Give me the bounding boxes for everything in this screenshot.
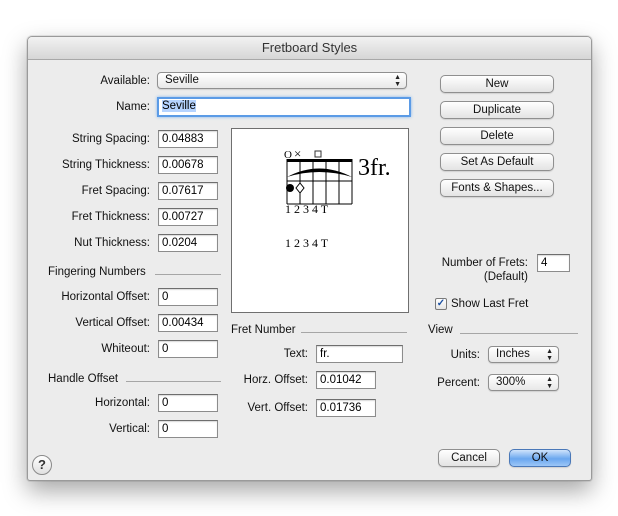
set-as-default-button[interactable]: Set As Default <box>440 153 554 171</box>
frets-default-label: (Default) <box>483 271 528 283</box>
window-title: Fretboard Styles <box>28 37 591 60</box>
string-thickness-label: String Thickness: <box>62 159 150 171</box>
handle-vertical-label: Vertical: <box>109 423 150 435</box>
delete-button[interactable]: Delete <box>440 127 554 145</box>
finger-dot <box>286 184 294 192</box>
string-spacing-input[interactable]: 0.04883 <box>158 130 218 148</box>
frets-input[interactable]: 4 <box>537 254 570 272</box>
help-icon: ? <box>38 457 46 472</box>
fingering-vertical-label: Vertical Offset: <box>75 317 150 329</box>
nut-thickness-label: Nut Thickness: <box>74 237 150 249</box>
checkmark-icon: ✓ <box>436 298 446 309</box>
available-value: Seville <box>165 74 199 86</box>
cancel-button[interactable]: Cancel <box>438 449 500 467</box>
vert-offset-label: Vert. Offset: <box>247 402 308 414</box>
fret-number-divider <box>301 332 407 333</box>
fret-spacing-label: Fret Spacing: <box>81 185 150 197</box>
fingering-horizontal-input[interactable]: 0 <box>158 288 218 306</box>
string-thickness-input[interactable]: 0.00678 <box>158 156 218 174</box>
string-spacing-label: String Spacing: <box>72 133 150 145</box>
units-popup[interactable]: Inches ▲ ▼ <box>488 346 559 363</box>
frets-label: Number of Frets: <box>441 257 528 269</box>
fingering-horizontal-label: Horizontal Offset: <box>61 291 150 303</box>
chord-diagram: O × 1 2 3 4 T 1 2 3 4 T 3fr. <box>284 146 391 250</box>
mute-string-marker: × <box>294 146 301 161</box>
name-value: Seville <box>162 100 196 112</box>
fret-number-heading: Fret Number <box>231 324 296 336</box>
fingering-numbers-top: 1 2 3 4 T <box>285 202 329 216</box>
name-label: Name: <box>116 101 150 113</box>
percent-value: 300% <box>496 376 526 388</box>
help-button[interactable]: ? <box>32 455 52 475</box>
percent-label: Percent: <box>437 377 480 389</box>
nut-thickness-input[interactable]: 0.0204 <box>158 234 218 252</box>
show-last-fret-label: Show Last Fret <box>451 298 529 310</box>
whiteout-label: Whiteout: <box>101 343 150 355</box>
fret-text-input[interactable]: fr. <box>316 345 403 363</box>
view-heading: View <box>428 324 453 336</box>
fingering-numbers-heading: Fingering Numbers <box>48 266 146 278</box>
popup-arrows-icon: ▲ ▼ <box>546 376 553 390</box>
handle-vertical-input[interactable]: 0 <box>158 420 218 438</box>
fretboard-preview: O × 1 2 3 4 T 1 2 3 4 T 3fr. <box>231 128 409 313</box>
handle-horizontal-input[interactable]: 0 <box>158 394 218 412</box>
ok-button[interactable]: OK <box>509 449 571 467</box>
horz-offset-input[interactable]: 0.01042 <box>316 371 376 389</box>
handle-offset-heading: Handle Offset <box>48 373 119 385</box>
vert-offset-input[interactable]: 0.01736 <box>316 399 376 417</box>
diamond-marker-icon <box>295 182 305 194</box>
units-value: Inches <box>496 348 530 360</box>
fingering-vertical-input[interactable]: 0.00434 <box>158 314 218 332</box>
whiteout-input[interactable]: 0 <box>158 340 218 358</box>
nut-bar <box>287 159 352 162</box>
fret-label: 3fr. <box>358 155 391 181</box>
fonts-shapes-button[interactable]: Fonts & Shapes... <box>440 179 554 197</box>
fret-thickness-label: Fret Thickness: <box>71 211 150 223</box>
fret-thickness-input[interactable]: 0.00727 <box>158 208 218 226</box>
name-input[interactable]: Seville <box>157 97 411 117</box>
fingering-numbers-bottom: 1 2 3 4 T <box>285 236 329 250</box>
duplicate-button[interactable]: Duplicate <box>440 101 554 119</box>
horz-offset-label: Horz. Offset: <box>243 374 308 386</box>
fretboard-styles-dialog: Fretboard Styles Available: Seville ▲ ▼ N… <box>27 36 592 481</box>
units-label: Units: <box>450 349 480 361</box>
popup-arrows-icon: ▲ ▼ <box>394 74 401 88</box>
handle-divider <box>126 381 221 382</box>
view-divider <box>460 333 578 334</box>
percent-popup[interactable]: 300% ▲ ▼ <box>488 374 559 391</box>
fret-spacing-input[interactable]: 0.07617 <box>158 182 218 200</box>
barre-arc <box>287 168 352 177</box>
popup-arrows-icon: ▲ ▼ <box>546 348 553 362</box>
show-last-fret-checkbox[interactable]: ✓ <box>435 298 447 310</box>
fret-text-label: Text: <box>283 348 308 360</box>
handle-horizontal-label: Horizontal: <box>95 397 150 409</box>
available-popup[interactable]: Seville ▲ ▼ <box>157 72 407 89</box>
new-button[interactable]: New <box>440 75 554 93</box>
fingering-divider <box>155 274 221 275</box>
available-label: Available: <box>100 75 150 87</box>
square-marker-icon <box>314 150 322 158</box>
